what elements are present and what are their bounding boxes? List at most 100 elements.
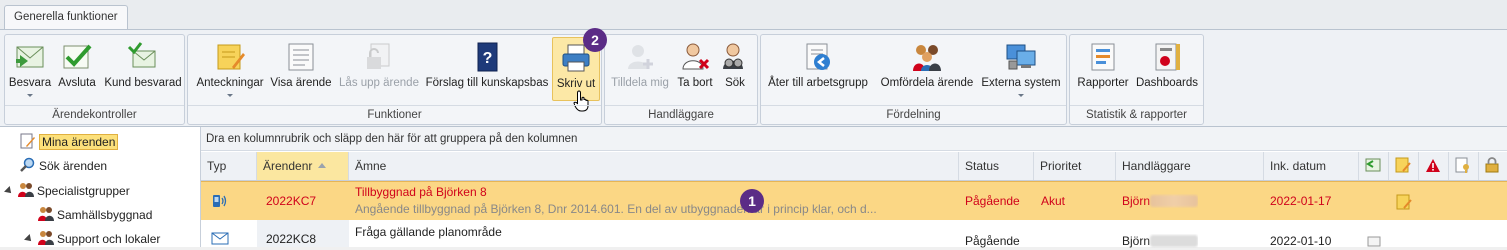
expand-arrow-icon[interactable]: [4, 186, 14, 196]
case-status: Pågående: [965, 234, 1020, 248]
search-icon: [20, 157, 35, 172]
grid-header: Typ Ärendenr Ämne Status Prioritet Handl…: [201, 152, 1507, 181]
externa-system-button[interactable]: Externa system: [979, 37, 1063, 99]
group-label: Statistik & rapporter: [1070, 105, 1203, 124]
knowledge-base-icon: ?: [477, 42, 498, 72]
navigation-tree: Mina ärenden Sök ärenden Specialistgrupp…: [0, 127, 201, 247]
case-handler: Björn: [1122, 234, 1199, 248]
tab-generella-funktioner[interactable]: Generella funktioner: [4, 5, 128, 29]
notes-icon: [217, 44, 245, 70]
column-header-amne[interactable]: Ämne: [349, 152, 959, 180]
case-date: 2022-01-17: [1270, 194, 1332, 208]
view-document-icon: [288, 43, 314, 71]
group-label: Handläggare: [605, 105, 757, 124]
sok-handlaggare-button[interactable]: Sök: [717, 37, 753, 99]
reply-icon: [1365, 158, 1381, 172]
group-fordelning: Åter till arbetsgrupp Omfördela ärende E…: [760, 34, 1067, 125]
column-header-warning-icon[interactable]: [1419, 152, 1449, 180]
group-statistik: Rapporter Dashboards Statistik & rapport…: [1069, 34, 1204, 125]
group-funktioner: Anteckningar Visa ärende Lås upp ärende: [187, 34, 602, 125]
attachment-icon: [1367, 236, 1381, 250]
dashboard-icon: [1155, 43, 1180, 71]
lock-icon: [1485, 157, 1499, 173]
column-header-reply-icon[interactable]: [1359, 152, 1389, 180]
column-header-key-icon[interactable]: [1449, 152, 1479, 180]
unlock-icon: [367, 43, 390, 69]
cases-grid: Dra en kolumnrubrik och släpp den här fö…: [201, 127, 1507, 250]
search-user-icon: [723, 43, 743, 69]
notes-icon: [1395, 157, 1411, 173]
besvara-button[interactable]: Besvara: [7, 37, 53, 99]
column-header-handlaggare[interactable]: Handläggare: [1116, 152, 1264, 180]
warning-icon: [1426, 159, 1440, 172]
step-badge-1: 1: [740, 189, 764, 213]
column-header-ink-datum[interactable]: Ink. datum: [1264, 152, 1359, 180]
visa-arende-button[interactable]: Visa ärende: [268, 37, 334, 99]
redacted-surname: [1150, 195, 1199, 207]
ta-bort-button[interactable]: Ta bort: [673, 37, 717, 99]
customer-replied-icon: [127, 42, 156, 68]
key-document-icon: [1455, 157, 1469, 173]
ater-till-arbetsgrupp-button[interactable]: Åter till arbetsgrupp: [763, 37, 873, 99]
group-icon: [38, 207, 54, 221]
column-header-status[interactable]: Status: [959, 152, 1034, 180]
group-by-panel[interactable]: Dra en kolumnrubrik och släpp den här fö…: [201, 127, 1507, 151]
column-header-typ[interactable]: Typ: [201, 152, 257, 180]
column-header-prioritet[interactable]: Prioritet: [1034, 152, 1116, 180]
sort-ascending-icon: [318, 163, 327, 168]
case-priority: Akut: [1041, 194, 1066, 208]
tilldela-mig-button[interactable]: Tilldela mig: [607, 37, 673, 99]
remove-user-icon: [682, 43, 710, 70]
group-icon: [18, 183, 34, 197]
tree-item-mina-arenden[interactable]: Mina ärenden: [20, 132, 119, 152]
external-systems-icon: [1006, 44, 1036, 70]
dashboards-button[interactable]: Dashboards: [1134, 37, 1200, 99]
reports-icon: [1091, 43, 1115, 71]
group-handlaggare: Tilldela mig Ta bort Sök Handläggare: [604, 34, 758, 125]
group-label: Funktioner: [188, 105, 601, 124]
omfordela-arende-button[interactable]: Omfördela ärende: [875, 37, 979, 99]
chevron-down-icon: [227, 94, 233, 97]
rapporter-button[interactable]: Rapporter: [1072, 37, 1134, 99]
phone-icon: [211, 193, 227, 212]
chevron-down-icon: [1018, 94, 1024, 97]
kund-besvarad-button[interactable]: Kund besvarad: [103, 37, 183, 99]
table-row[interactable]: 2022KC8 Fråga gällande planområde Pågåen…: [201, 220, 1507, 250]
checkmark-icon: [63, 44, 92, 69]
group-label: Ärendekontroller: [5, 105, 184, 124]
tree-item-sok-arenden[interactable]: Sök ärenden: [20, 156, 107, 176]
column-header-notes-icon[interactable]: [1389, 152, 1419, 180]
note-indicator-icon: [1396, 194, 1412, 213]
case-handler: Björn: [1122, 194, 1199, 208]
group-arendekontroller: Besvara Avsluta Kund besvarad Ärendekont…: [4, 34, 185, 125]
svg-text:?: ?: [483, 50, 493, 67]
group-icon: [38, 231, 54, 245]
case-number: 2022KC7: [266, 194, 317, 208]
assign-me-icon: [628, 45, 653, 69]
my-cases-icon: [20, 133, 35, 149]
tree-item-samhallsbyggnad[interactable]: Samhällsbyggnad: [38, 205, 152, 225]
table-row[interactable]: 2022KC7 Tillbyggnad på Björken 8 Angåend…: [201, 181, 1507, 221]
chevron-down-icon: [27, 94, 33, 97]
forslag-kunskapsbas-button[interactable]: ? Förslag till kunskapsbas: [424, 37, 550, 99]
reassign-group-icon: [913, 45, 941, 71]
tree-item-support-och-lokaler[interactable]: Support och lokaler: [38, 229, 160, 249]
las-upp-arende-button[interactable]: Lås upp ärende: [336, 37, 422, 99]
reply-icon: [16, 46, 44, 68]
tree-item-specialistgrupper[interactable]: Specialistgrupper: [18, 181, 130, 201]
avsluta-button[interactable]: Avsluta: [55, 37, 99, 99]
case-date: 2022-01-10: [1270, 234, 1332, 248]
column-header-lock-icon[interactable]: [1479, 152, 1507, 180]
return-to-group-icon: [806, 43, 830, 70]
case-preview: Angående tillbyggnad på Björken 8, Dnr 2…: [355, 202, 877, 216]
case-subject: Fråga gällande planområde: [355, 225, 502, 239]
case-number: 2022KC8: [266, 232, 317, 246]
case-subject: Tillbyggnad på Björken 8: [355, 185, 487, 199]
step-badge-2: 2: [583, 28, 607, 52]
expand-arrow-icon[interactable]: [24, 234, 34, 244]
email-icon: [211, 232, 229, 248]
anteckningar-button[interactable]: Anteckningar: [192, 37, 268, 99]
column-header-arendenr[interactable]: Ärendenr: [257, 152, 349, 180]
ribbon: Besvara Avsluta Kund besvarad Ärendekont…: [0, 28, 1507, 127]
group-label: Fördelning: [761, 105, 1066, 124]
